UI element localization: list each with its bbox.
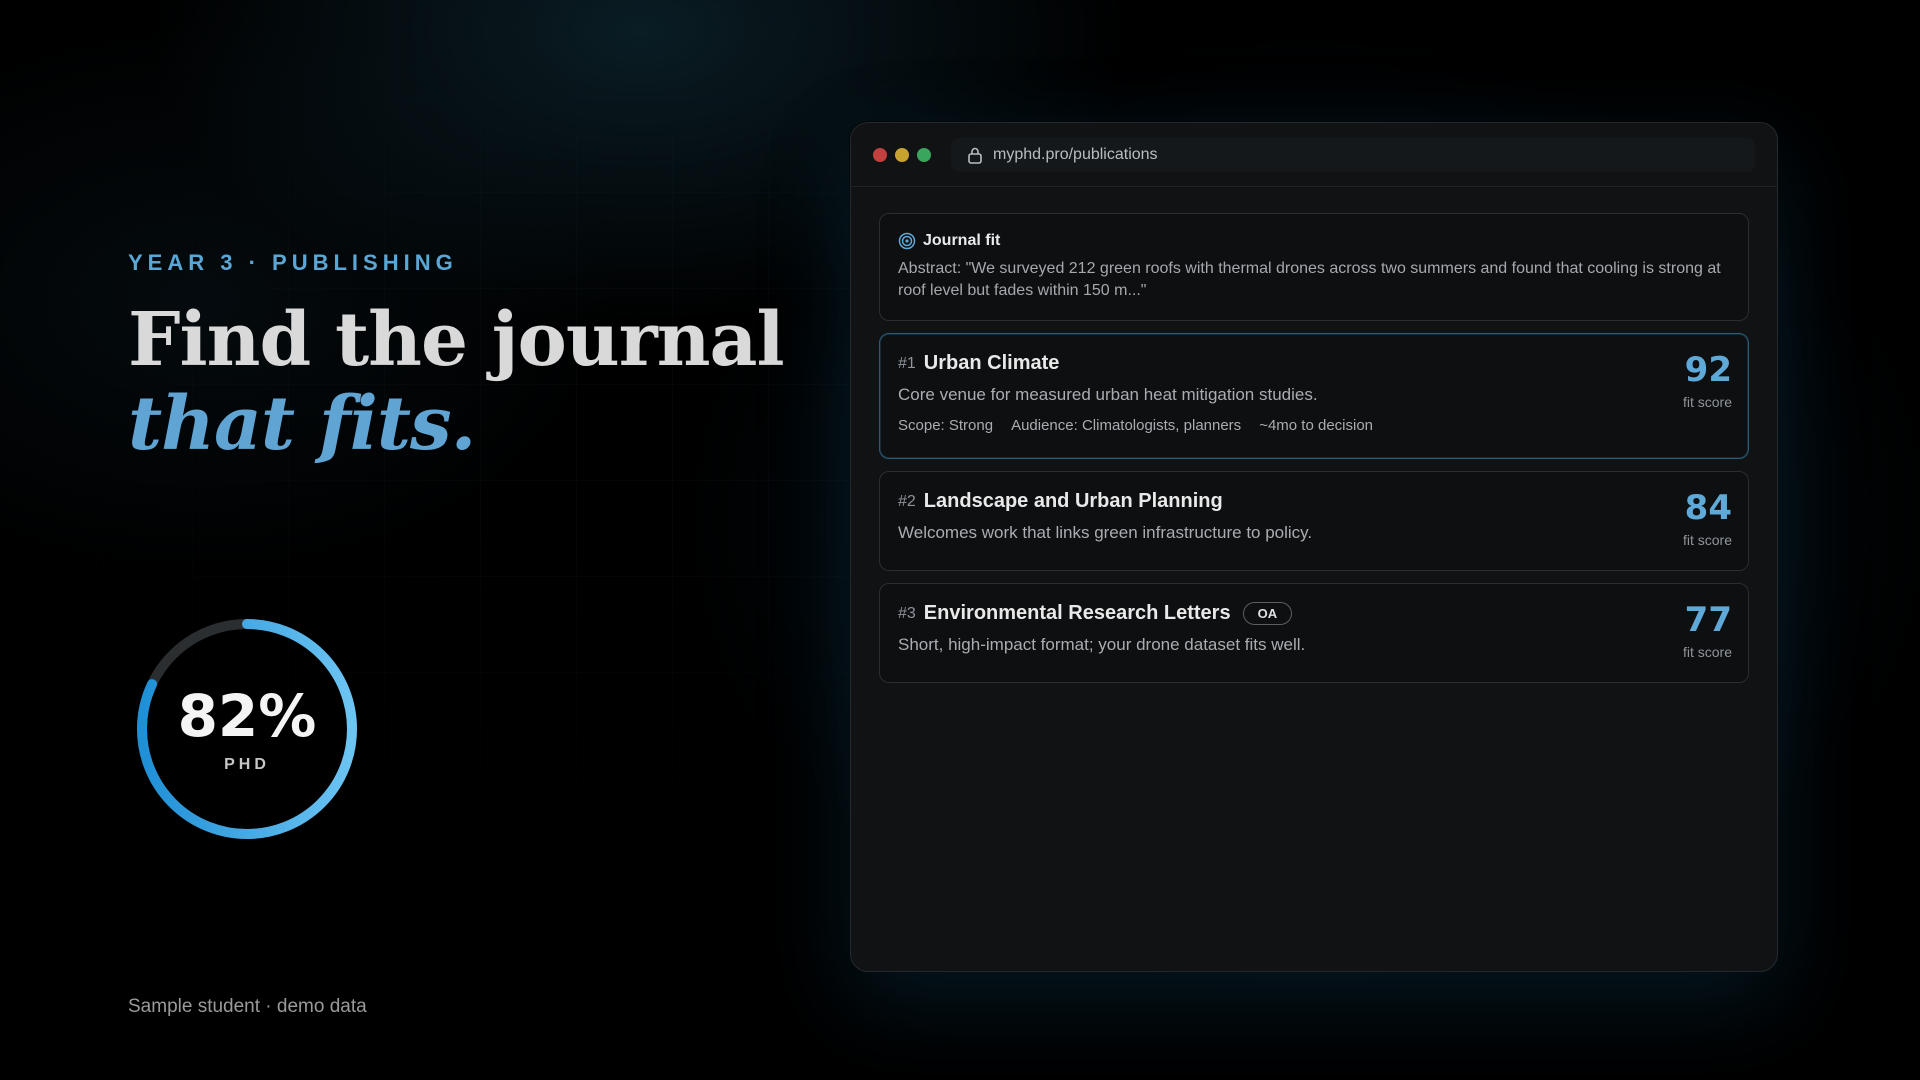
- journal-card-3[interactable]: #3 Environmental Research Letters OA Sho…: [879, 583, 1749, 683]
- fit-score: 77: [1684, 600, 1732, 640]
- headline: Find the journal that fits.: [128, 297, 785, 467]
- footnote: Sample student · demo data: [128, 996, 367, 1017]
- journal-description: Welcomes work that links green infrastru…: [898, 523, 1313, 542]
- journal-card-1[interactable]: #1 Urban Climate Core venue for measured…: [879, 333, 1749, 459]
- fit-score-box: 92 fit score: [1652, 350, 1732, 410]
- url-text: myphd.pro/publications: [993, 145, 1158, 163]
- journal-name: Urban Climate: [923, 352, 1060, 374]
- abstract-text: Abstract: "We surveyed 212 green roofs w…: [898, 260, 1721, 299]
- address-bar[interactable]: myphd.pro/publications: [951, 137, 1755, 172]
- fit-score-label: fit score: [1682, 532, 1732, 548]
- journal-rank: #3: [898, 604, 916, 622]
- phd-progress-ring: 82%: [134, 616, 360, 842]
- journal-fit-title: Journal fit: [923, 232, 1001, 249]
- fit-score: 92: [1684, 350, 1732, 390]
- journal-description: Core venue for measured urban heat mitig…: [898, 385, 1318, 404]
- lock-icon: [968, 147, 982, 164]
- fit-score-box: 77 fit score: [1652, 600, 1732, 660]
- progress-label: PHD: [224, 756, 270, 773]
- fit-score-box: 84 fit score: [1652, 488, 1732, 548]
- fit-score: 84: [1684, 488, 1732, 528]
- journal-rank: #2: [898, 492, 916, 510]
- journal-card-2[interactable]: #2 Landscape and Urban Planning Welcomes…: [879, 471, 1749, 571]
- journal-header: #3 Environmental Research Letters OA: [898, 602, 1730, 625]
- minimize-window-dot[interactable]: [895, 147, 909, 162]
- progress-value: 82%: [177, 682, 317, 750]
- headline-line-2: that fits.: [128, 381, 476, 467]
- headline-line-1: Find the journal: [128, 297, 785, 383]
- journal-meta-decision-time: ~4mo to decision: [1259, 417, 1374, 434]
- journal-name: Environmental Research Letters: [923, 602, 1231, 624]
- target-icon: [898, 232, 916, 250]
- browser-window: myphd.pro/publications Journal fit Abstr…: [850, 122, 1778, 972]
- eyebrow-label: YEAR 3 · PUBLISHING: [128, 250, 458, 275]
- journal-description: Short, high-impact format; your drone da…: [898, 635, 1306, 654]
- journal-header: #1 Urban Climate: [898, 352, 1730, 375]
- publications-content: Journal fit Abstract: "We surveyed 212 g…: [851, 187, 1777, 683]
- journal-name: Landscape and Urban Planning: [923, 490, 1223, 512]
- fit-score-label: fit score: [1682, 394, 1732, 410]
- journal-meta: Scope: Strong Audience: Climatologists, …: [898, 417, 1730, 434]
- maximize-window-dot[interactable]: [917, 147, 931, 162]
- browser-titlebar: myphd.pro/publications: [851, 123, 1777, 187]
- open-access-badge: OA: [1242, 602, 1293, 625]
- journal-meta-audience: Audience: Climatologists, planners: [1011, 417, 1242, 434]
- close-window-dot[interactable]: [873, 147, 887, 162]
- journal-rank: #1: [898, 354, 916, 372]
- journal-fit-header: Journal fit: [898, 232, 1730, 250]
- fit-score-label: fit score: [1682, 644, 1732, 660]
- journal-header: #2 Landscape and Urban Planning: [898, 490, 1730, 513]
- journal-meta-scope: Scope: Strong: [898, 417, 994, 434]
- journal-fit-card: Journal fit Abstract: "We surveyed 212 g…: [879, 213, 1749, 321]
